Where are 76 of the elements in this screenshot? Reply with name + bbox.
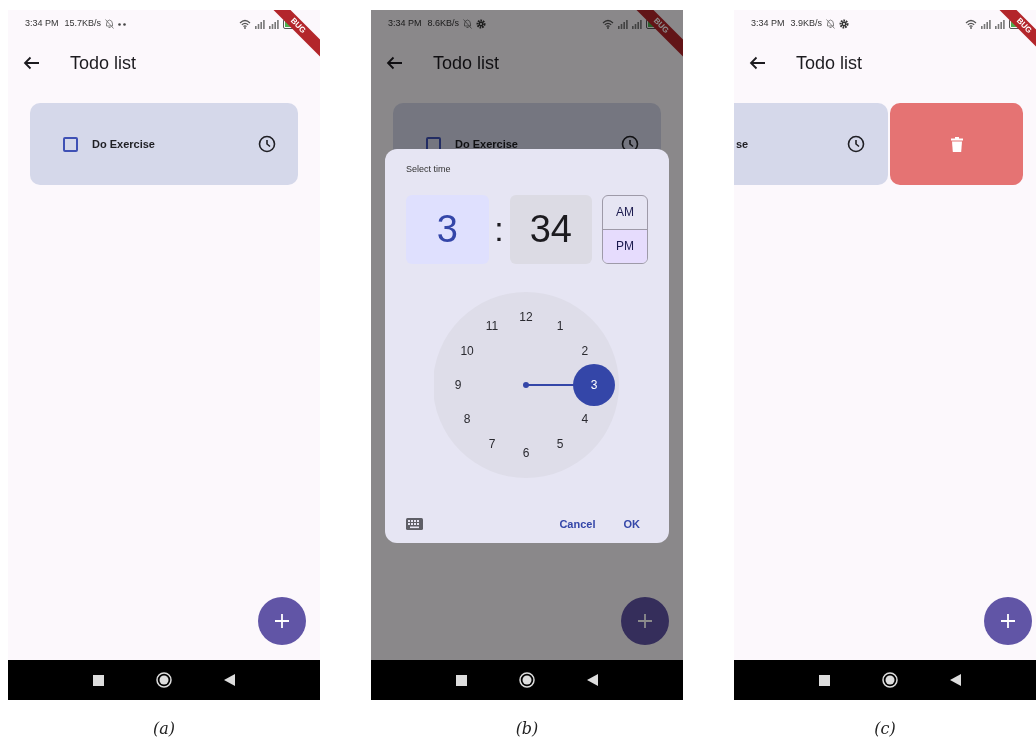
network-speed: 15.7KB/s <box>64 17 102 31</box>
square-icon[interactable] <box>93 674 104 686</box>
dial-number: 11 <box>485 318 499 333</box>
status-time: 3:34 PM <box>388 17 422 31</box>
dialog-button[interactable]: OK <box>615 511 648 536</box>
dialog-title: Select time <box>406 163 452 176</box>
todo-label: se <box>735 136 749 152</box>
figure-caption: (a) <box>153 718 175 740</box>
bell-off-icon <box>826 19 836 29</box>
app-title: Todo list <box>70 51 137 75</box>
back-triangle-icon[interactable] <box>950 674 961 686</box>
dial-number: 7 <box>488 436 496 451</box>
back-triangle-icon[interactable] <box>587 674 598 686</box>
dial-number: 6 <box>522 445 530 460</box>
trash-icon[interactable] <box>950 136 963 152</box>
network-speed: 8.6KB/s <box>427 17 460 31</box>
wifi-icon <box>239 19 251 29</box>
dial-number: 4 <box>581 411 589 426</box>
keyboard-icon[interactable] <box>406 517 423 530</box>
back-triangle-icon[interactable] <box>224 674 235 686</box>
minute-field[interactable]: 34 <box>509 194 593 264</box>
status-time: 3:34 PM <box>25 17 59 31</box>
clock-hand[interactable] <box>523 363 615 406</box>
signal-icon <box>618 19 628 29</box>
back-arrow-icon[interactable] <box>749 56 766 70</box>
bell-off-icon <box>463 19 473 29</box>
signal-icon <box>269 19 279 29</box>
dialog-button[interactable]: Cancel <box>551 511 604 536</box>
figure-caption: (b) <box>515 718 539 740</box>
period-option[interactable]: AM <box>603 195 647 229</box>
dots-icon <box>118 22 127 26</box>
add-button[interactable] <box>621 597 669 645</box>
home-circle-icon[interactable] <box>156 672 172 688</box>
todo-card[interactable]: se <box>734 103 888 185</box>
signal-icon <box>632 19 642 29</box>
gear-icon <box>476 19 487 29</box>
dial-number: 5 <box>556 436 564 451</box>
app-title: Todo list <box>796 51 863 75</box>
todo-label: Do Exercise <box>455 136 519 152</box>
hour-field[interactable]: 3 <box>406 194 489 264</box>
app-title: Todo list <box>433 51 500 75</box>
add-button[interactable] <box>258 597 306 645</box>
time-separator: : <box>493 208 505 250</box>
network-speed: 3.9KB/s <box>790 17 823 31</box>
dial-number: 1 <box>556 318 564 333</box>
todo-card[interactable]: Do Exercise <box>30 103 298 185</box>
back-arrow-icon[interactable] <box>23 56 40 70</box>
home-circle-icon[interactable] <box>882 672 898 688</box>
plus-icon <box>275 614 289 628</box>
dial-number: 3 <box>590 377 598 392</box>
square-icon[interactable] <box>819 674 830 686</box>
clock-icon[interactable] <box>847 135 865 153</box>
period-option[interactable]: PM <box>603 228 647 263</box>
figure-caption: (c) <box>874 718 896 740</box>
bell-off-icon <box>105 19 115 29</box>
plus-icon <box>638 614 652 628</box>
square-icon[interactable] <box>456 674 467 686</box>
signal-icon <box>995 19 1005 29</box>
dial-number: 2 <box>581 343 589 358</box>
plus-icon <box>1001 614 1015 628</box>
dial-number: 8 <box>463 411 471 426</box>
dial-number: 12 <box>519 309 533 324</box>
add-button[interactable] <box>984 597 1032 645</box>
status-time: 3:34 PM <box>751 17 785 31</box>
wifi-icon <box>602 19 614 29</box>
signal-icon <box>255 19 265 29</box>
dial-number: 10 <box>460 343 474 358</box>
clock-dial[interactable]: 12 1 2 3 4 5 6 7 8 9 10 11 <box>434 291 620 478</box>
wifi-icon <box>965 19 977 29</box>
clock-icon[interactable] <box>258 135 276 153</box>
todo-label: Do Exercise <box>92 136 156 152</box>
checkbox[interactable] <box>63 136 78 152</box>
signal-icon <box>981 19 991 29</box>
dial-number: 9 <box>454 377 462 392</box>
home-circle-icon[interactable] <box>519 672 535 688</box>
gear-icon <box>839 19 850 29</box>
